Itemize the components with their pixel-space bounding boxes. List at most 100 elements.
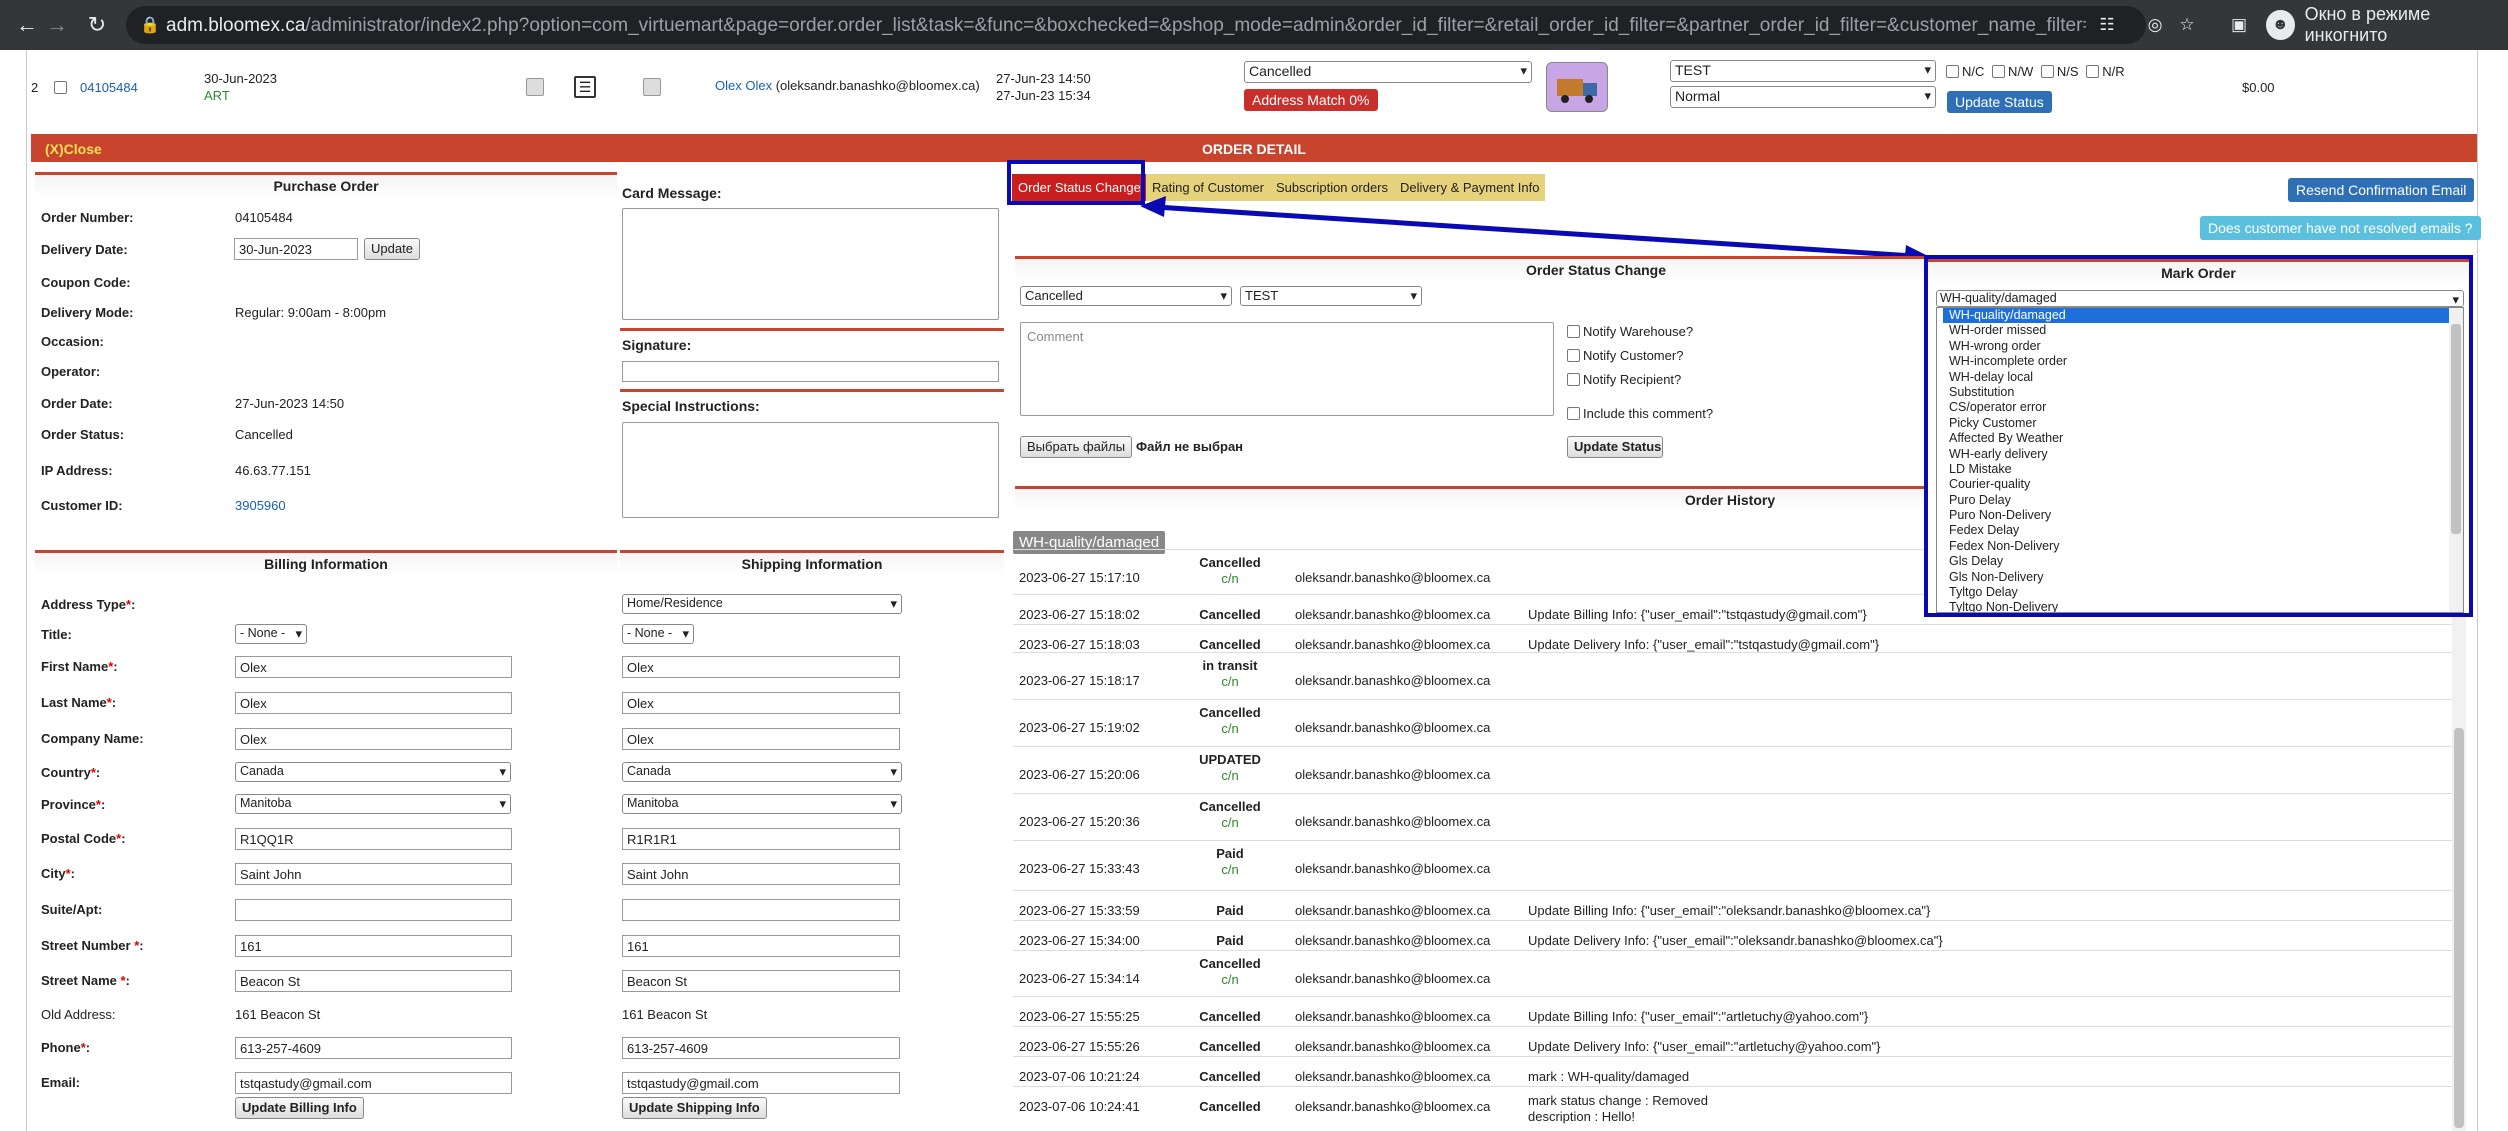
shipping-input-field[interactable]: 613-257-4609: [622, 1037, 900, 1059]
notify-customer-label: Notify Customer?: [1583, 348, 1684, 363]
customer-id-link[interactable]: 3905960: [235, 498, 286, 513]
reload-icon[interactable]: ↻: [84, 12, 110, 38]
history-status: UPDATED c/n: [1170, 752, 1290, 784]
delivery-truck-icon[interactable]: [1546, 62, 1608, 112]
shipping-input-field[interactable]: Olex: [622, 692, 900, 714]
shipping-input-field[interactable]: Beacon St: [622, 970, 900, 992]
billing-input-field[interactable]: Saint John: [235, 863, 512, 885]
order-id-link[interactable]: 04105484: [80, 80, 138, 95]
billing-input-field[interactable]: Olex: [235, 728, 512, 750]
mark-option[interactable]: Tyltgo Non-Delivery: [1943, 600, 2463, 612]
mark-option[interactable]: Puro Delay: [1943, 493, 2463, 508]
lock-icon[interactable]: 🔒: [140, 15, 160, 35]
notify-recipient-checkbox[interactable]: Notify Recipient?: [1567, 372, 1681, 387]
shipping-select-field[interactable]: Manitoba: [622, 794, 902, 814]
back-icon[interactable]: ←: [14, 12, 40, 38]
billing-input-field[interactable]: 161: [235, 935, 512, 957]
shipping-select-field[interactable]: - None -: [622, 624, 694, 644]
shipping-input-field[interactable]: [622, 899, 900, 921]
field-label-text: Company Name:: [41, 731, 144, 746]
coupon-code-label: Coupon Code:: [41, 275, 131, 290]
translate-icon[interactable]: ☷: [2096, 14, 2118, 36]
mark-option[interactable]: WH-early delivery: [1943, 447, 2463, 462]
update-delivery-date-button[interactable]: Update: [364, 238, 420, 260]
print-icon[interactable]: [643, 78, 661, 96]
include-comment-checkbox[interactable]: Include this comment?: [1567, 406, 1713, 421]
field-label-text: Postal Code: [41, 831, 117, 846]
mark-option[interactable]: WH-incomplete order: [1943, 354, 2463, 369]
card-message-textarea[interactable]: [622, 208, 999, 320]
billing-input-field[interactable]: tstqastudy@gmail.com: [235, 1072, 512, 1094]
address-bar[interactable]: 🔒 adm.bloomex.ca/administrator/index2.ph…: [126, 6, 2146, 44]
status-comment-textarea[interactable]: Comment: [1020, 322, 1554, 416]
mark-option[interactable]: CS/operator error: [1943, 400, 2463, 415]
special-instructions-textarea[interactable]: [622, 422, 999, 518]
notify-warehouse-checkbox[interactable]: Notify Warehouse?: [1567, 324, 1693, 339]
billing-input-field[interactable]: [235, 899, 512, 921]
history-status-text: Paid: [1216, 846, 1244, 861]
shipping-select-field[interactable]: Canada: [622, 762, 902, 782]
notify-customer-checkbox[interactable]: Notify Customer?: [1567, 348, 1683, 363]
unresolved-emails-button[interactable]: Does customer have not resolved emails ?: [2200, 216, 2481, 240]
signature-input[interactable]: [622, 361, 999, 382]
history-row-divider: [1013, 624, 2453, 625]
forward-icon[interactable]: →: [44, 12, 70, 38]
mark-option[interactable]: LD Mistake: [1943, 462, 2463, 477]
mark-option[interactable]: Puro Non-Delivery: [1943, 508, 2463, 523]
billing-select-field[interactable]: Manitoba: [235, 794, 511, 814]
mark-option[interactable]: WH-wrong order: [1943, 339, 2463, 354]
delivery-date-input[interactable]: 30-Jun-2023: [234, 238, 358, 260]
order-status-label: Order Status:: [41, 427, 125, 442]
billing-input-field[interactable]: 613-257-4609: [235, 1037, 512, 1059]
status-update-button[interactable]: Update Status: [1567, 436, 1663, 458]
warehouse-select[interactable]: TEST: [1670, 60, 1936, 82]
mark-option[interactable]: Courier-quality: [1943, 477, 2463, 492]
update-shipping-button[interactable]: Update Shipping Info: [622, 1097, 767, 1119]
mark-option[interactable]: Picky Customer: [1943, 416, 2463, 431]
history-date: 2023-06-27 15:17:10: [1019, 570, 1140, 585]
mark-option[interactable]: Substitution: [1943, 385, 2463, 400]
status-change-select[interactable]: Cancelled: [1020, 286, 1232, 306]
billing-select-field[interactable]: Canada: [235, 762, 511, 782]
options-scrollbar[interactable]: [2449, 308, 2463, 612]
choose-files-button[interactable]: Выбрать файлы: [1020, 436, 1133, 458]
mark-option[interactable]: WH-delay local: [1943, 370, 2463, 385]
billing-input-field[interactable]: R1QQ1R: [235, 828, 512, 850]
billing-select-field[interactable]: - None -: [235, 624, 307, 644]
update-billing-button[interactable]: Update Billing Info: [235, 1097, 364, 1119]
mark-option[interactable]: WH-order missed: [1943, 323, 2463, 338]
mark-option[interactable]: Affected By Weather: [1943, 431, 2463, 446]
mark-option[interactable]: Gls Delay: [1943, 554, 2463, 569]
shipping-input-field[interactable]: 161: [622, 935, 900, 957]
mark-option[interactable]: Fedex Delay: [1943, 523, 2463, 538]
mark-option[interactable]: Gls Non-Delivery: [1943, 570, 2463, 585]
shipping-input-field[interactable]: Olex: [622, 656, 900, 678]
shipping-input-field[interactable]: Saint John: [622, 863, 900, 885]
sidepanel-icon[interactable]: ▣: [2228, 14, 2250, 36]
shipping-input-field[interactable]: R1R1R1: [622, 828, 900, 850]
status-change-warehouse-select[interactable]: TEST: [1240, 286, 1422, 306]
list-icon[interactable]: ☰: [574, 76, 596, 98]
mark-option[interactable]: Fedex Non-Delivery: [1943, 539, 2463, 554]
mark-option[interactable]: Tyltgo Delay: [1943, 585, 2463, 600]
customer-name-link[interactable]: Olex Olex: [715, 78, 772, 93]
flag-checkboxes[interactable]: N/C N/W N/S N/R: [1946, 64, 2125, 79]
priority-select[interactable]: Normal: [1670, 86, 1936, 108]
row-checkbox[interactable]: [54, 80, 70, 95]
mark-option[interactable]: WH-quality/damaged: [1943, 308, 2463, 324]
incognito-indicator[interactable]: ☻ Окно в режиме инкогнито: [2266, 4, 2508, 45]
resend-confirmation-button[interactable]: Resend Confirmation Email: [2288, 178, 2475, 202]
mark-order-options[interactable]: WH-quality/damaged WH-order missed WH-wron…: [1936, 307, 2464, 613]
order-status-select[interactable]: Cancelled: [1244, 61, 1532, 83]
row-update-status-button[interactable]: Update Status: [1947, 91, 2052, 113]
address-type-select[interactable]: Home/Residence: [622, 594, 902, 614]
mark-order-select[interactable]: WH-quality/damaged: [1936, 290, 2464, 307]
copy-icon[interactable]: [526, 78, 544, 96]
shipping-input-field[interactable]: Olex: [622, 728, 900, 750]
shipping-input-field[interactable]: tstqastudy@gmail.com: [622, 1072, 900, 1094]
billing-input-field[interactable]: Olex: [235, 656, 512, 678]
eye-off-icon[interactable]: ◎: [2144, 14, 2166, 36]
star-icon[interactable]: ☆: [2176, 14, 2198, 36]
billing-input-field[interactable]: Olex: [235, 692, 512, 714]
billing-input-field[interactable]: Beacon St: [235, 970, 512, 992]
